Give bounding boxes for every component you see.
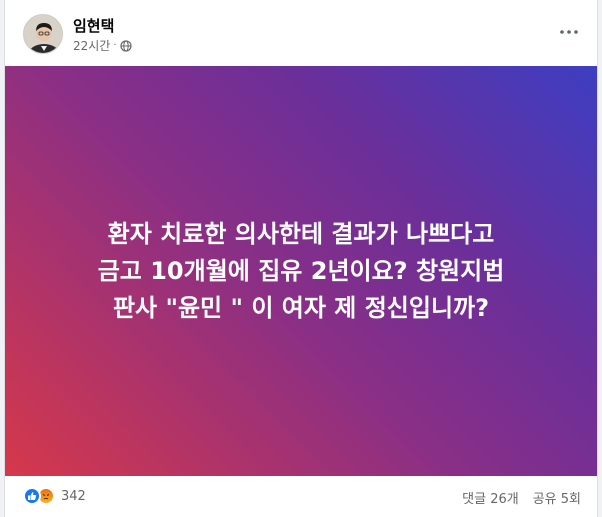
- post-text: 환자 치료한 의사한테 결과가 나쁘다고 금고 10개월에 집유 2년이요? 창…: [21, 216, 581, 327]
- more-options-button[interactable]: [557, 20, 581, 44]
- post-meta: 22시간 ·: [73, 37, 132, 54]
- post-footer: 342 댓글 26개 공유 5회: [5, 476, 597, 517]
- reaction-count: 342: [61, 488, 86, 504]
- like-icon: [23, 487, 41, 505]
- post-time[interactable]: 22시간: [73, 37, 110, 54]
- meta-separator: ·: [113, 40, 117, 51]
- reactions-summary[interactable]: 342: [23, 487, 86, 505]
- post-text-line: 금고 10개월에 집유 2년이요? 창원지법: [97, 256, 505, 285]
- avatar[interactable]: [23, 14, 63, 54]
- profile-photo: [24, 15, 62, 53]
- post-card: 임현택 22시간 · 환자 치료한 의사한테 결과가 나쁘다고 금고 10개월에…: [4, 0, 598, 517]
- engagement-stats: 댓글 26개 공유 5회: [462, 488, 581, 507]
- author-name[interactable]: 임현택: [73, 15, 114, 36]
- post-background-text[interactable]: 환자 치료한 의사한테 결과가 나쁘다고 금고 10개월에 집유 2년이요? 창…: [5, 66, 597, 476]
- post-text-line: 판사 "윤민 " 이 여자 제 정신입니까?: [112, 293, 490, 322]
- globe-icon[interactable]: [119, 39, 132, 52]
- post-header: 임현택 22시간 ·: [5, 0, 597, 66]
- more-dots-icon: [560, 30, 578, 34]
- shares-count-link[interactable]: 공유 5회: [533, 488, 581, 507]
- comments-count-link[interactable]: 댓글 26개: [462, 488, 519, 507]
- post-text-line: 환자 치료한 의사한테 결과가 나쁘다고: [107, 219, 495, 248]
